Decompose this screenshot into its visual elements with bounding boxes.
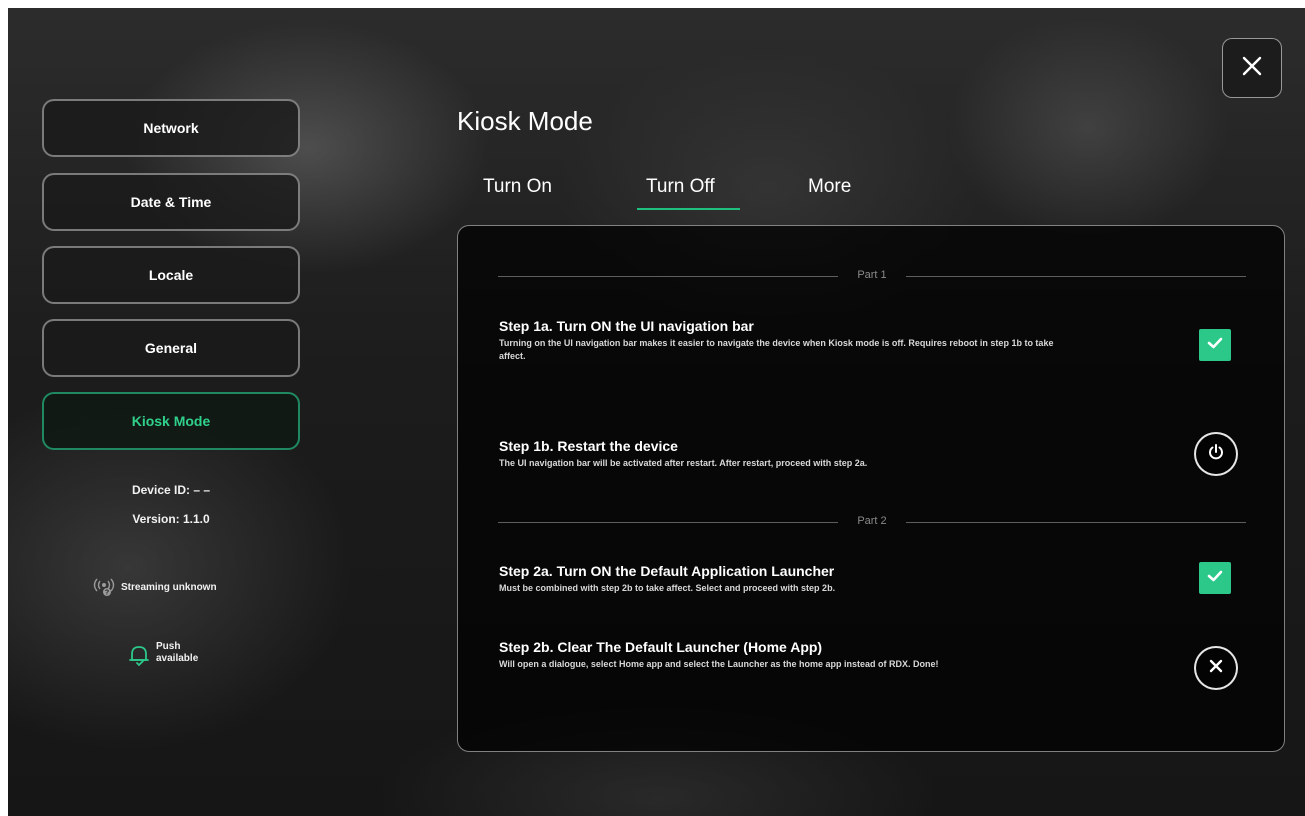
power-icon	[1206, 442, 1226, 466]
step-title: Step 2b. Clear The Default Launcher (Hom…	[499, 639, 823, 655]
step-1a: Step 1a. Turn ON the UI navigation bar T…	[499, 318, 1079, 363]
step-title: Step 1b. Restart the device	[499, 438, 678, 454]
sidebar-item-network[interactable]: Network	[42, 99, 300, 157]
sidebar-item-label: Kiosk Mode	[131, 413, 211, 429]
sidebar-item-label: General	[144, 340, 198, 356]
push-status-line1: Push	[156, 641, 181, 652]
step-description: The UI navigation bar will be activated …	[499, 458, 868, 468]
sidebar-item-label: Locale	[148, 267, 194, 283]
push-status-line2: available	[156, 653, 199, 664]
check-icon	[1205, 566, 1225, 590]
step-description: Will open a dialogue, select Home app an…	[499, 659, 939, 669]
part-2-divider: Part 2	[498, 515, 1246, 529]
sidebar-item-general[interactable]: General	[42, 319, 300, 377]
active-tab-indicator	[637, 208, 740, 210]
step-2b: Step 2b. Clear The Default Launcher (Hom…	[499, 639, 1079, 671]
close-icon	[1241, 55, 1263, 81]
push-status: Push available	[128, 641, 198, 670]
part-1-divider: Part 1	[498, 269, 1246, 283]
kiosk-steps-panel: Part 1 Step 1a. Turn ON the UI navigatio…	[457, 225, 1285, 752]
settings-screen: Network Date & Time Locale General Kiosk…	[8, 8, 1305, 816]
sidebar-item-kiosk-mode[interactable]: Kiosk Mode	[42, 392, 300, 450]
step-1a-checkbox[interactable]	[1199, 329, 1231, 361]
bell-icon	[128, 643, 150, 670]
part-1-label: Part 1	[857, 269, 887, 281]
svg-text:?: ?	[105, 590, 109, 597]
tab-turn-off[interactable]: Turn Off	[646, 176, 715, 198]
sidebar-item-date-time[interactable]: Date & Time	[42, 173, 300, 231]
step-description: Must be combined with step 2b to take af…	[499, 583, 836, 593]
device-id: Device ID: – –	[131, 483, 211, 497]
close-button[interactable]	[1222, 38, 1282, 98]
streaming-status: ? Streaming unknown	[91, 575, 217, 600]
version-label: Version: 1.1.0	[132, 512, 210, 526]
streaming-signal-icon: ?	[91, 575, 117, 600]
step-title: Step 2a. Turn ON the Default Application…	[499, 563, 835, 579]
step-description: Turning on the UI navigation bar makes i…	[499, 338, 1054, 361]
restart-device-button[interactable]	[1194, 432, 1238, 476]
x-icon	[1207, 657, 1225, 679]
tab-more[interactable]: More	[808, 176, 851, 198]
step-2a: Step 2a. Turn ON the Default Application…	[499, 563, 1079, 595]
tab-turn-on[interactable]: Turn On	[483, 176, 552, 198]
streaming-status-label: Streaming unknown	[121, 582, 217, 593]
step-2a-checkbox[interactable]	[1199, 562, 1231, 594]
check-icon	[1205, 333, 1225, 357]
part-2-label: Part 2	[857, 515, 887, 527]
clear-launcher-button[interactable]	[1194, 646, 1238, 690]
sidebar-item-label: Date & Time	[130, 194, 212, 210]
step-1b: Step 1b. Restart the device The UI navig…	[499, 438, 1079, 470]
sidebar-item-locale[interactable]: Locale	[42, 246, 300, 304]
page-title: Kiosk Mode	[457, 106, 593, 136]
step-title: Step 1a. Turn ON the UI navigation bar	[499, 318, 754, 334]
sidebar-item-label: Network	[143, 120, 199, 136]
